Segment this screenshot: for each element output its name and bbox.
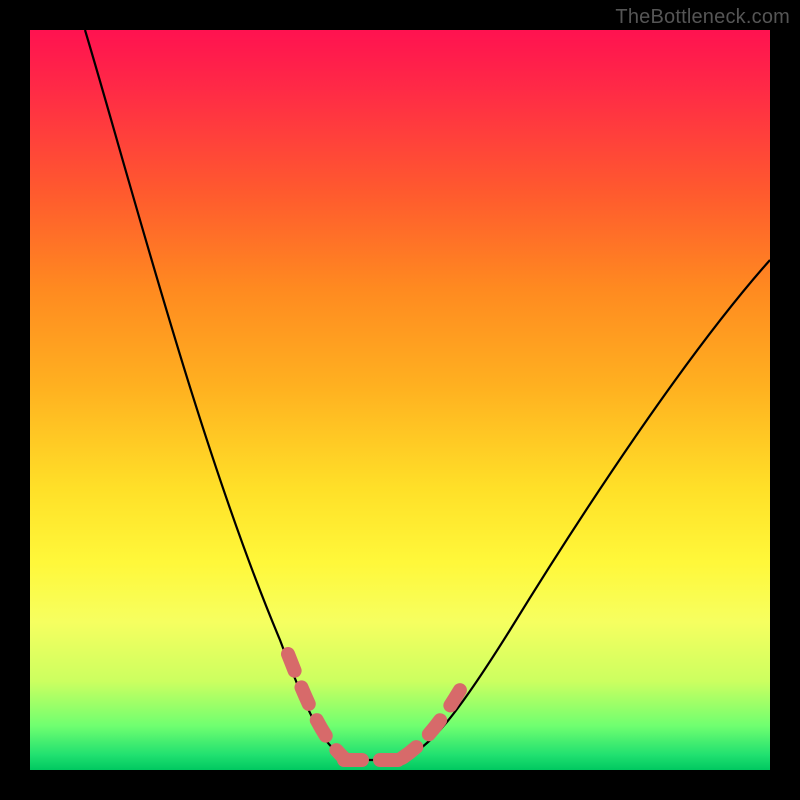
- chart-container: TheBottleneck.com: [0, 0, 800, 800]
- left-dash-highlight: [288, 654, 344, 758]
- bottleneck-curve: [85, 30, 770, 760]
- plot-area: [30, 30, 770, 770]
- watermark-text: TheBottleneck.com: [615, 6, 790, 29]
- right-dash-highlight: [402, 690, 460, 758]
- curve-svg: [30, 30, 770, 770]
